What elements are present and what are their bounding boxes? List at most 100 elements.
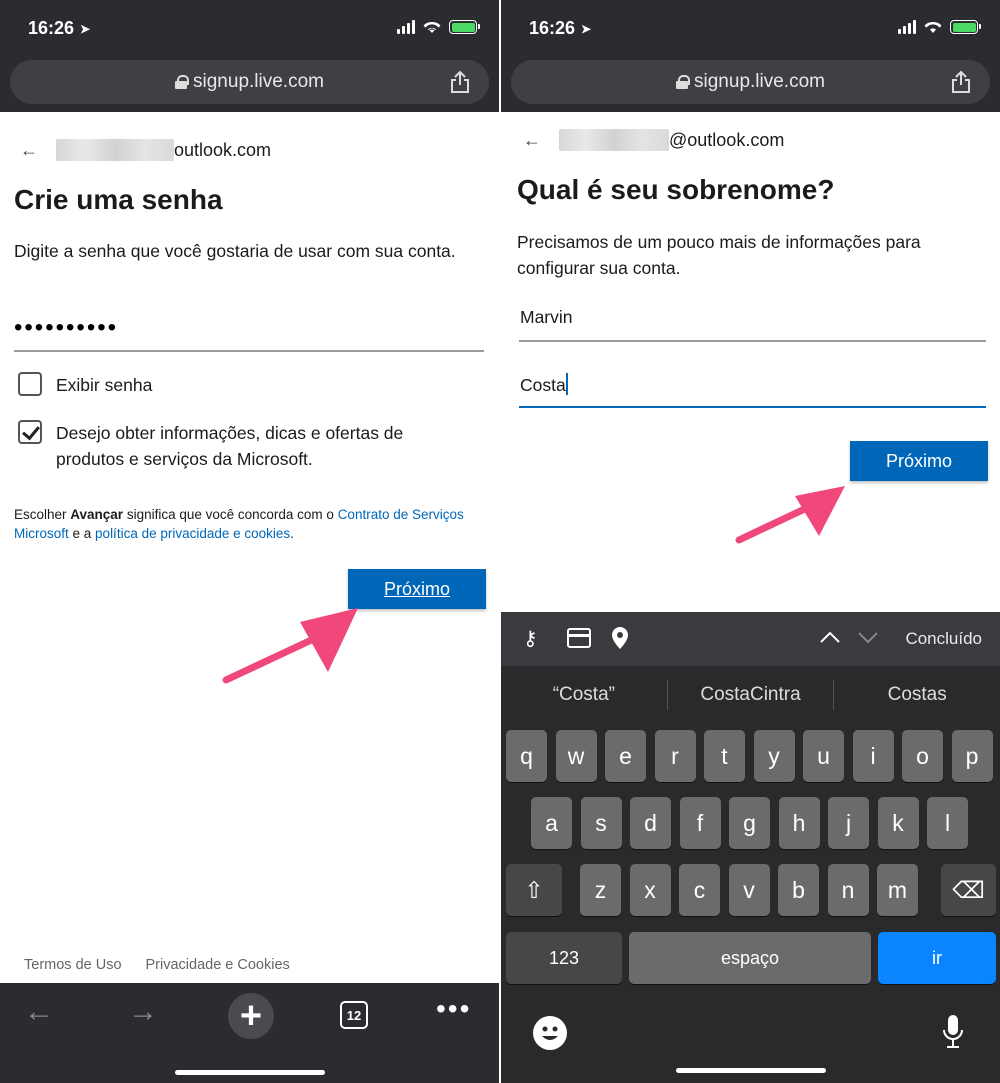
key-o[interactable]: o bbox=[902, 730, 943, 782]
new-tab-plus-icon[interactable]: + bbox=[228, 993, 274, 1039]
status-time-text: 16:26 bbox=[28, 18, 75, 38]
blurred-username bbox=[56, 139, 174, 161]
privacy-policy-link[interactable]: política de privacidade e cookies bbox=[95, 526, 290, 541]
password-field[interactable]: •••••••••• bbox=[14, 314, 118, 342]
forward-icon[interactable]: → bbox=[128, 995, 158, 1029]
key-i[interactable]: i bbox=[852, 730, 894, 782]
chevron-down-icon[interactable] bbox=[857, 630, 879, 644]
signal-icon bbox=[397, 20, 415, 34]
key-r[interactable]: r bbox=[654, 730, 696, 782]
legal-and: e a bbox=[68, 526, 96, 541]
tab-count-button[interactable]: 12 bbox=[340, 1001, 368, 1029]
keyboard-accessory-bar: ⚷ Concluído bbox=[501, 612, 1000, 666]
key-q[interactable]: q bbox=[506, 730, 547, 782]
status-icons bbox=[898, 20, 981, 34]
key-c[interactable]: c bbox=[679, 864, 720, 916]
key-l[interactable]: l bbox=[927, 797, 968, 849]
key-f[interactable]: f bbox=[679, 797, 721, 849]
footer-links: Termos de Uso Privacidade e Cookies bbox=[24, 957, 290, 973]
account-email: ← outlook.com bbox=[20, 139, 271, 161]
go-key[interactable]: ir bbox=[878, 932, 996, 984]
browser-top-bar: 16:26 ➤ signup.live.com bbox=[501, 0, 1000, 112]
suggestion-3[interactable]: Costas bbox=[834, 684, 1000, 706]
browser-bottom-toolbar: ← → + 12 ••• bbox=[0, 983, 499, 1083]
browser-top-bar: 16:26 ➤ signup.live.com bbox=[0, 0, 499, 112]
key-e[interactable]: e bbox=[605, 730, 646, 782]
signal-icon bbox=[898, 20, 916, 34]
password-underline bbox=[14, 350, 484, 352]
lock-icon bbox=[175, 75, 190, 89]
status-time: 16:26 ➤ bbox=[28, 18, 90, 39]
first-name-underline bbox=[519, 340, 986, 342]
status-icons bbox=[397, 20, 480, 34]
page-description: Digite a senha que você gostaria de usar… bbox=[14, 241, 456, 261]
url-bar[interactable]: signup.live.com bbox=[10, 60, 489, 104]
marketing-label: Desejo obter informações, dicas e oferta… bbox=[56, 423, 404, 469]
microphone-icon[interactable] bbox=[942, 1014, 964, 1050]
terms-link[interactable]: Termos de Uso bbox=[24, 957, 122, 973]
location-pin-icon[interactable] bbox=[611, 626, 629, 650]
key-v[interactable]: v bbox=[728, 864, 770, 916]
back-arrow-icon[interactable]: ← bbox=[523, 130, 541, 151]
privacy-cookies-link[interactable]: Privacidade e Cookies bbox=[146, 957, 290, 973]
chevron-up-icon[interactable] bbox=[819, 630, 841, 644]
key-icon[interactable]: ⚷ bbox=[523, 626, 538, 651]
key-h[interactable]: h bbox=[778, 797, 820, 849]
credit-card-icon[interactable] bbox=[567, 628, 591, 648]
next-button-label: Próximo bbox=[383, 578, 450, 599]
key-x[interactable]: x bbox=[629, 864, 671, 916]
key-y[interactable]: y bbox=[753, 730, 795, 782]
marketing-checkbox[interactable]: Desejo obter informações, dicas e oferta… bbox=[18, 420, 458, 472]
numbers-key[interactable]: 123 bbox=[506, 932, 622, 984]
last-name-input[interactable]: Costa bbox=[520, 373, 568, 396]
checkbox-checked[interactable] bbox=[18, 420, 42, 444]
back-arrow-icon[interactable]: ← bbox=[20, 140, 38, 161]
key-g[interactable]: g bbox=[729, 797, 770, 849]
next-button[interactable]: Próximo bbox=[850, 441, 988, 481]
space-key[interactable]: espaço bbox=[629, 932, 871, 984]
key-u[interactable]: u bbox=[803, 730, 844, 782]
legal-suffix: . bbox=[290, 526, 294, 541]
key-t[interactable]: t bbox=[704, 730, 745, 782]
more-menu-icon[interactable]: ••• bbox=[436, 993, 471, 1025]
key-n[interactable]: n bbox=[827, 864, 869, 916]
key-p[interactable]: p bbox=[951, 730, 993, 782]
text-caret bbox=[565, 373, 568, 395]
last-name-underline bbox=[519, 406, 986, 408]
ios-keyboard: “Costa” CostaCintra Costas qwertyuiop asd… bbox=[501, 666, 1000, 1083]
emoji-icon[interactable] bbox=[533, 1016, 567, 1050]
back-icon[interactable]: ← bbox=[24, 995, 54, 1029]
lock-icon bbox=[676, 75, 691, 89]
key-j[interactable]: j bbox=[828, 797, 869, 849]
key-b[interactable]: b bbox=[778, 864, 819, 916]
key-w[interactable]: w bbox=[555, 730, 597, 782]
wifi-icon bbox=[423, 21, 441, 33]
battery-icon bbox=[950, 20, 981, 34]
shift-key[interactable]: ⇧ bbox=[506, 864, 562, 916]
suggestion-1[interactable]: “Costa” bbox=[501, 684, 667, 706]
suggestion-bar: “Costa” CostaCintra Costas bbox=[501, 666, 1000, 724]
key-s[interactable]: s bbox=[580, 797, 622, 849]
show-password-checkbox[interactable]: Exibir senha bbox=[18, 372, 152, 398]
account-email: ← @outlook.com bbox=[523, 129, 784, 151]
location-icon: ➤ bbox=[80, 21, 91, 36]
legal-bold: Avançar bbox=[70, 507, 124, 522]
share-icon[interactable] bbox=[449, 70, 471, 94]
url-text: signup.live.com bbox=[193, 71, 324, 92]
backspace-key[interactable]: ⌫ bbox=[941, 864, 996, 916]
legal-text: Escolher Avançar significa que você conc… bbox=[14, 505, 484, 543]
legal-prefix: Escolher bbox=[14, 507, 71, 522]
done-button[interactable]: Concluído bbox=[905, 629, 982, 649]
key-z[interactable]: z bbox=[580, 864, 621, 916]
left-screenshot: 16:26 ➤ signup.live.com ← outlook.com Cr… bbox=[0, 0, 499, 1083]
key-a[interactable]: a bbox=[531, 797, 572, 849]
key-d[interactable]: d bbox=[630, 797, 671, 849]
first-name-input[interactable]: Marvin bbox=[520, 307, 573, 328]
checkbox-unchecked[interactable] bbox=[18, 372, 42, 396]
key-m[interactable]: m bbox=[877, 864, 918, 916]
url-bar[interactable]: signup.live.com bbox=[511, 60, 990, 104]
suggestion-2[interactable]: CostaCintra bbox=[668, 684, 834, 706]
share-icon[interactable] bbox=[950, 70, 972, 94]
url-text: signup.live.com bbox=[694, 71, 825, 92]
key-k[interactable]: k bbox=[877, 797, 919, 849]
